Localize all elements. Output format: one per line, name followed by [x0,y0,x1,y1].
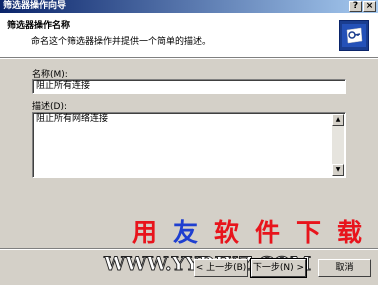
watermark-char-1: 用 [132,218,157,247]
watermark-char-3: 软 [214,218,239,247]
watermark-overlay: 用 友 软 件 下 载 WWW.YYRJXZ.COM [103,218,362,275]
watermark-char-4: 件 [255,218,280,247]
watermark-char-6: 载 [337,218,362,247]
watermark-char-5: 下 [296,218,321,247]
back-button[interactable]: < 上一步(B) [194,259,248,277]
next-button[interactable]: 下一步(N) > [250,258,307,278]
cancel-button[interactable]: 取消 [318,259,371,277]
watermark-char-2: 友 [173,218,198,247]
